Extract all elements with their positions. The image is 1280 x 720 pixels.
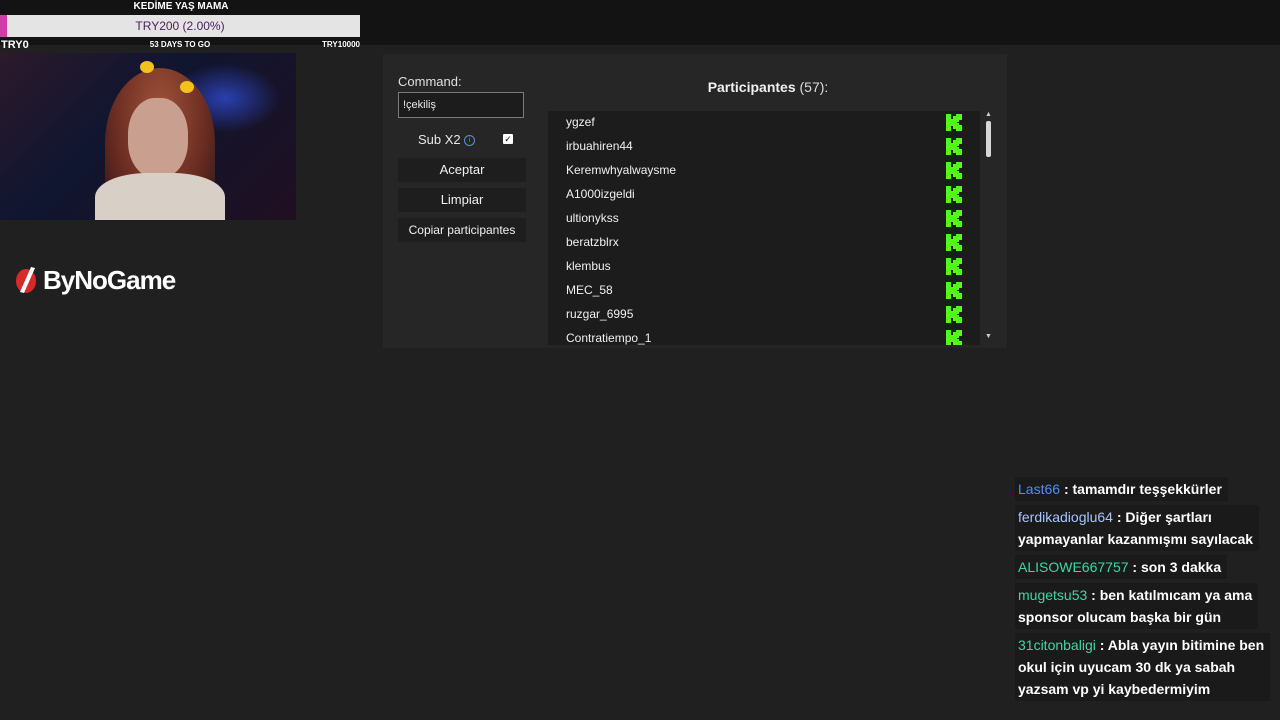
chat-message: ferdikadioglu64 : Diğer şartları yapmayan…	[1015, 505, 1260, 551]
participant-row: MEC_58	[548, 279, 980, 303]
participants-list[interactable]: ygzef irbuahiren44 Keremwhyalwaysme A1000iz…	[548, 111, 980, 345]
sponsor-logo: ByNoGame	[14, 263, 176, 297]
giveaway-panel: Command: Sub X2 i ✓ Aceptar Limpiar Copi…	[383, 54, 1007, 348]
chat-line: yapmayanlar kazanmışmı sayılacak	[1018, 528, 1253, 550]
chat-line: Last66 : tamamdır teşşekkürler	[1018, 478, 1222, 500]
scroll-down-icon[interactable]: ▼	[985, 333, 992, 340]
participant-row: klembus	[548, 255, 980, 279]
chat-text: : son 3 dakka	[1132, 559, 1222, 575]
sponsor-logo-text: ByNoGame	[43, 264, 176, 295]
sub-x2-option: Sub X2 i ✓	[398, 130, 526, 150]
participants-title: Participantes (57):	[668, 79, 868, 95]
participants-scrollbar[interactable]: ▲ ▼	[981, 111, 992, 345]
participant-row: ultionykss	[548, 207, 980, 231]
chat-username[interactable]: ALISOWE667757	[1018, 559, 1129, 575]
participant-row: irbuahiren44	[548, 135, 980, 159]
copy-participants-button[interactable]: Copiar participantes	[398, 218, 526, 242]
command-input[interactable]	[398, 92, 524, 118]
participant-row: ruzgar_6995	[548, 303, 980, 327]
participants-label: Participantes	[707, 79, 796, 95]
duck-accessory-icon	[140, 61, 154, 73]
participant-row: beratzblrx	[548, 231, 980, 255]
chat-message: Last66 : tamamdır teşşekkürler	[1015, 477, 1228, 501]
goal-start-value: TRY0	[1, 39, 29, 51]
chat-text: yapmayanlar kazanmışmı sayılacak	[1018, 531, 1254, 547]
chat-text: : ben katılmıcam ya ama	[1091, 587, 1253, 603]
kick-icon	[946, 258, 962, 275]
chat-message: 31citonbaligi : Abla yayın bitimine ben o…	[1015, 633, 1271, 701]
participant-name: Contratiempo_1	[566, 331, 652, 345]
kick-icon	[946, 234, 962, 251]
chat-line: sponsor olucam başka bir gün	[1018, 606, 1252, 628]
participant-row: ygzef	[548, 111, 980, 135]
chat-username[interactable]: 31citonbaligi	[1018, 637, 1096, 653]
accept-button[interactable]: Aceptar	[398, 158, 526, 182]
kick-icon	[946, 210, 962, 227]
chat-line: okul için uyucam 30 dk ya sabah	[1018, 656, 1264, 678]
webcam-streamer-body	[95, 173, 225, 220]
command-label: Command:	[398, 74, 462, 89]
chat-message: ALISOWE667757 : son 3 dakka	[1015, 555, 1228, 579]
participant-row: Keremwhyalwaysme	[548, 159, 980, 183]
participant-name: Keremwhyalwaysme	[566, 163, 677, 177]
chat-line: mugetsu53 : ben katılmıcam ya ama	[1018, 584, 1252, 606]
webcam-streamer-face	[128, 98, 188, 178]
goal-title: KEDİME YAŞ MAMA	[133, 1, 229, 12]
duck-accessory-icon	[180, 81, 194, 93]
participant-name: klembus	[566, 259, 611, 273]
kick-icon	[946, 162, 962, 179]
participant-name: A1000izgeldi	[566, 187, 635, 201]
kick-icon	[946, 330, 962, 345]
chat-text: : tamamdır teşşekkürler	[1063, 481, 1222, 497]
kick-icon	[946, 282, 962, 299]
chat-line: ALISOWE667757 : son 3 dakka	[1018, 556, 1221, 578]
participants-count: (57):	[799, 79, 829, 95]
participant-row: A1000izgeldi	[548, 183, 980, 207]
goal-progress-bar: TRY200 (2.00%)	[0, 15, 360, 37]
info-icon[interactable]: i	[464, 135, 475, 146]
chat-text: : Abla yayın bitimine ben	[1099, 637, 1265, 653]
participant-name: ygzef	[566, 115, 595, 129]
kick-icon	[946, 306, 962, 323]
chat-text: yazsam vp yi kaybedermiyim	[1018, 681, 1211, 697]
chat-line: ferdikadioglu64 : Diğer şartları	[1018, 506, 1253, 528]
bynogame-mark-icon	[16, 267, 36, 293]
participant-name: irbuahiren44	[566, 139, 633, 153]
kick-icon	[946, 186, 962, 203]
sub-x2-checkbox[interactable]: ✓	[503, 134, 513, 144]
chat-line: 31citonbaligi : Abla yayın bitimine ben	[1018, 634, 1264, 656]
participant-name: MEC_58	[566, 283, 613, 297]
chat-username[interactable]: ferdikadioglu64	[1018, 509, 1113, 525]
kick-icon	[946, 138, 962, 155]
scrollbar-thumb[interactable]	[986, 121, 991, 157]
donation-goal-widget: KEDİME YAŞ MAMA TRY200 (2.00%) TRY0 53 D…	[0, 0, 362, 52]
scroll-up-icon[interactable]: ▲	[985, 111, 992, 118]
chat-text: sponsor olucam başka bir gün	[1018, 609, 1222, 625]
chat-message: mugetsu53 : ben katılmıcam ya ama sponsor…	[1015, 583, 1259, 629]
sub-x2-label: Sub X2	[418, 132, 461, 147]
chat-username[interactable]: Last66	[1018, 481, 1060, 497]
goal-target-value: TRY10000	[322, 40, 360, 49]
chat-overlay: Last66 : tamamdır teşşekkürler ferdikadio…	[1015, 477, 1280, 705]
goal-amount: TRY200 (2.00%)	[135, 19, 225, 33]
participant-name: beratzblrx	[566, 235, 619, 249]
participant-name: ultionykss	[566, 211, 619, 225]
chat-username[interactable]: mugetsu53	[1018, 587, 1087, 603]
webcam-feed	[0, 53, 296, 220]
chat-text: okul için uyucam 30 dk ya sabah	[1018, 659, 1236, 675]
chat-text: : Diğer şartları	[1116, 509, 1212, 525]
goal-days-left: 53 DAYS TO GO	[149, 40, 211, 49]
chat-line: yazsam vp yi kaybedermiyim	[1018, 678, 1264, 700]
participant-name: ruzgar_6995	[566, 307, 634, 321]
clear-button[interactable]: Limpiar	[398, 188, 526, 212]
kick-icon	[946, 114, 962, 131]
participant-row: Contratiempo_1	[548, 327, 980, 345]
